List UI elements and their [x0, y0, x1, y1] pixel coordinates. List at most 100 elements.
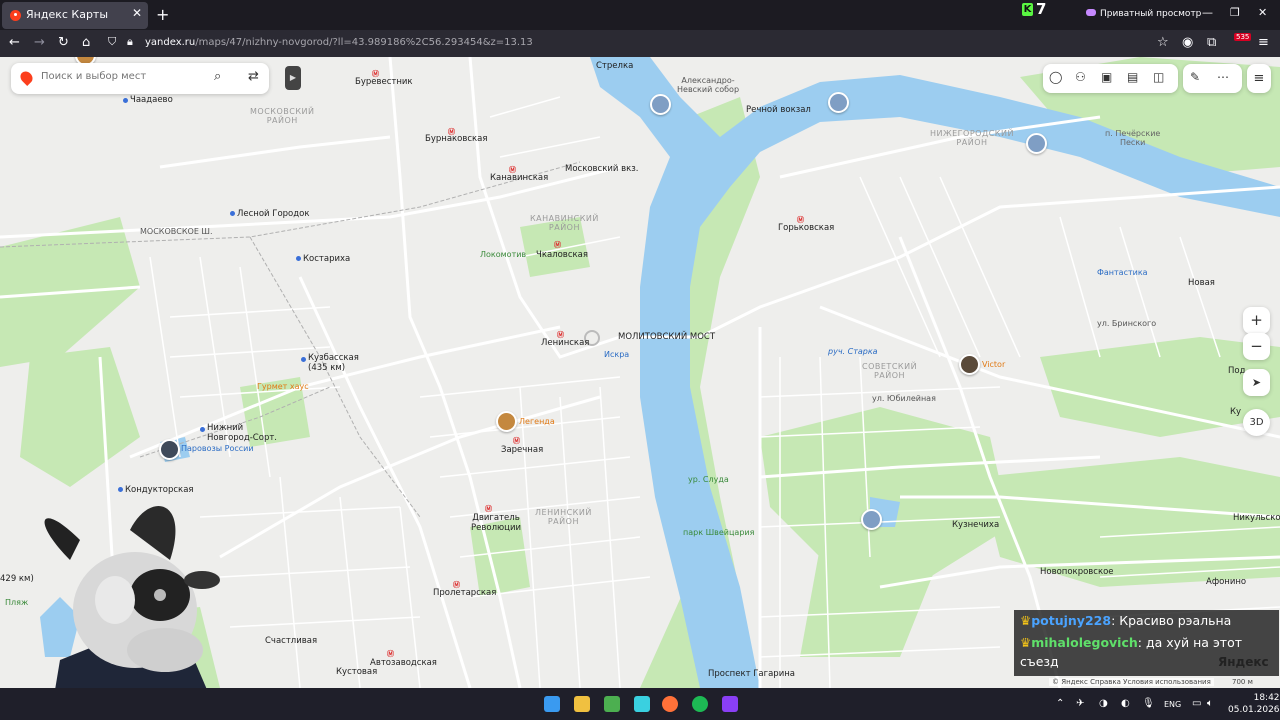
taskbar-clock[interactable]: 18:42 05.01.2026	[1228, 692, 1280, 716]
station-burevestnik[interactable]: Буревестник	[355, 77, 413, 87]
k7-label: 7	[1036, 0, 1047, 18]
station-moskovsky-vkz[interactable]: Московский вкз.	[565, 164, 638, 174]
close-tab-icon[interactable]: ✕	[132, 6, 142, 20]
more-icon[interactable]: ⋯	[1217, 70, 1229, 84]
poi-rechnoy-vokzal[interactable]: Речной вокзал	[746, 105, 811, 115]
photo-marker-victor[interactable]	[959, 354, 980, 375]
stream-starka: руч. Старка	[828, 347, 878, 356]
reload-icon[interactable]: ↻	[58, 35, 69, 50]
poi-fantastika[interactable]: Фантастика	[1097, 268, 1148, 277]
search-input[interactable]	[41, 71, 201, 82]
layers-icon[interactable]: ◯	[1049, 70, 1062, 84]
photo-marker-legenda[interactable]	[496, 411, 517, 432]
district-leninsky: ЛЕНИНСКИЙ РАЙОН	[535, 508, 592, 526]
bookmark-star-icon[interactable]: ☆	[1157, 35, 1169, 50]
district-moskovsky: МОСКОВСКИЙ РАЙОН	[250, 107, 315, 125]
zoom-in-button[interactable]: +	[1243, 307, 1270, 334]
volume-icon[interactable]: 🔈︎	[1207, 698, 1213, 709]
transit-icon[interactable]: ▤	[1127, 70, 1138, 84]
panorama-icon[interactable]: ◫	[1153, 70, 1164, 84]
notepad-icon[interactable]	[634, 696, 650, 712]
label-pecherskie-peski: п. Печёрские Пески	[1105, 129, 1161, 147]
camera-icon[interactable]: ▣	[1101, 70, 1112, 84]
traffic-icon[interactable]: ⚇	[1075, 70, 1086, 84]
locate-icon[interactable]: ➤	[1243, 369, 1270, 396]
station-prospekt-gagarina[interactable]: Проспект Гагарина	[708, 669, 795, 679]
station-strelka[interactable]: Стрелка	[596, 61, 633, 71]
browser-menu-icon[interactable]: ≡	[1258, 35, 1269, 50]
account-icon[interactable]: ◉	[1182, 35, 1193, 50]
stop-lesnoy[interactable]: Лесной Городок	[237, 209, 309, 219]
tray-app-icon[interactable]: ✈	[1076, 698, 1084, 709]
poi-lokomotiv[interactable]: Локомотив	[480, 250, 526, 259]
poi-ur-sluda[interactable]: ур. Слуда	[688, 475, 729, 484]
route-icon[interactable]: ⇄	[248, 69, 259, 84]
active-tab[interactable]: Яндекс Карты ✕	[2, 2, 148, 29]
station-kanavinskaya[interactable]: Канавинская	[490, 173, 548, 183]
new-tab-icon[interactable]: +	[156, 5, 169, 24]
poi-gurmet-haus[interactable]: Гурмет хаус	[257, 382, 309, 391]
photo-marker[interactable]	[861, 509, 882, 530]
tab-title: Яндекс Карты	[26, 8, 109, 21]
tray-chevron-icon[interactable]: ⌃	[1056, 698, 1064, 709]
language-indicator[interactable]: ENG	[1164, 700, 1181, 709]
station-schastlivaya[interactable]: Счастливая	[265, 636, 317, 646]
label-kuznechiha: Кузнечиха	[952, 520, 1000, 530]
microphone-icon[interactable]: 🎙︎	[1142, 698, 1155, 709]
lock-icon[interactable]: 🔒︎	[127, 35, 133, 49]
shield-icon[interactable]: ⛉	[108, 35, 116, 49]
maximize-icon[interactable]: ❐	[1230, 6, 1240, 19]
forward-icon[interactable]: →	[34, 35, 45, 50]
start-icon[interactable]	[544, 696, 560, 712]
station-leninskaya[interactable]: Ленинская	[541, 338, 589, 348]
station-avtozavodskaya[interactable]: Автозаводская	[370, 658, 437, 668]
photo-marker[interactable]	[159, 439, 180, 460]
tray-app-icon[interactable]: ◑	[1099, 698, 1108, 709]
private-browser-icon[interactable]	[722, 696, 738, 712]
poi-nevsky-sobor[interactable]: Александро- Невский собор	[677, 76, 739, 94]
station-burnakovskaya[interactable]: Бурнаковская	[425, 134, 488, 144]
poi-legenda[interactable]: Легенда	[519, 417, 555, 426]
stop-konduktorskaya[interactable]: Кондукторская	[125, 485, 194, 495]
map-layers-toolbar: ◯ ⚇ ▣ ▤ ◫	[1043, 64, 1178, 93]
poi-park-shveytsariya[interactable]: парк Швейцария	[683, 528, 754, 537]
photo-marker[interactable]	[650, 94, 671, 115]
url-path: /maps/47/nizhny-novgorod/?ll=43.989186%2…	[195, 37, 533, 48]
poi-parovozy-rossii[interactable]: Паровозы России	[181, 444, 254, 453]
station-kustovaya[interactable]: Кустовая	[336, 667, 377, 677]
stop-chaadaevo[interactable]: Чаадаево	[130, 95, 173, 105]
search-icon[interactable]: ⌕	[214, 69, 221, 84]
poi-iskra[interactable]: Искра	[604, 350, 629, 359]
app-icon[interactable]	[604, 696, 620, 712]
spotify-icon[interactable]	[692, 696, 708, 712]
zoom-out-button[interactable]: −	[1243, 333, 1270, 360]
back-icon[interactable]: ←	[9, 35, 20, 50]
ruler-icon[interactable]: ✎	[1190, 70, 1200, 84]
file-explorer-icon[interactable]	[574, 696, 590, 712]
stop-nizhny-sort[interactable]: Нижний Новгород-Сорт.	[207, 423, 277, 443]
photo-marker[interactable]	[1026, 133, 1047, 154]
stop-kostariha[interactable]: Костариха	[303, 254, 350, 264]
collapse-panel-button[interactable]: ▶	[285, 66, 301, 90]
url-bar[interactable]: yandex.ru/maps/47/nizhny-novgorod/?ll=43…	[145, 37, 533, 48]
extensions-icon[interactable]: ⧉	[1207, 35, 1216, 50]
menu-icon[interactable]: ≡	[1247, 64, 1271, 93]
yandex-favicon-icon	[10, 10, 21, 21]
tray-app-icon[interactable]: ◐	[1121, 698, 1130, 709]
map-copyright[interactable]: © Яндекс Справка Условия использования	[1049, 678, 1214, 686]
label-ku: Ку	[1230, 407, 1242, 417]
station-zarechnaya[interactable]: Заречная	[501, 445, 543, 455]
station-dvigatel[interactable]: Двигатель Революции	[471, 513, 521, 533]
toggle-3d-button[interactable]: 3D	[1243, 409, 1270, 436]
station-gorkovskaya[interactable]: Горьковская	[778, 223, 834, 233]
photo-marker[interactable]	[828, 92, 849, 113]
window-close-icon[interactable]: ✕	[1258, 6, 1267, 19]
station-chkalovskaya[interactable]: Чкаловская	[536, 250, 588, 260]
poi-victor[interactable]: Victor	[982, 360, 1005, 369]
home-icon[interactable]: ⌂	[82, 35, 90, 50]
station-proletarskaya[interactable]: Пролетарская	[433, 588, 496, 598]
firefox-icon[interactable]	[662, 696, 678, 712]
minimize-icon[interactable]: —	[1202, 6, 1213, 19]
stop-kuzbasskaya[interactable]: Кузбасская (435 км)	[308, 353, 359, 373]
network-icon[interactable]: ▭	[1192, 698, 1201, 709]
